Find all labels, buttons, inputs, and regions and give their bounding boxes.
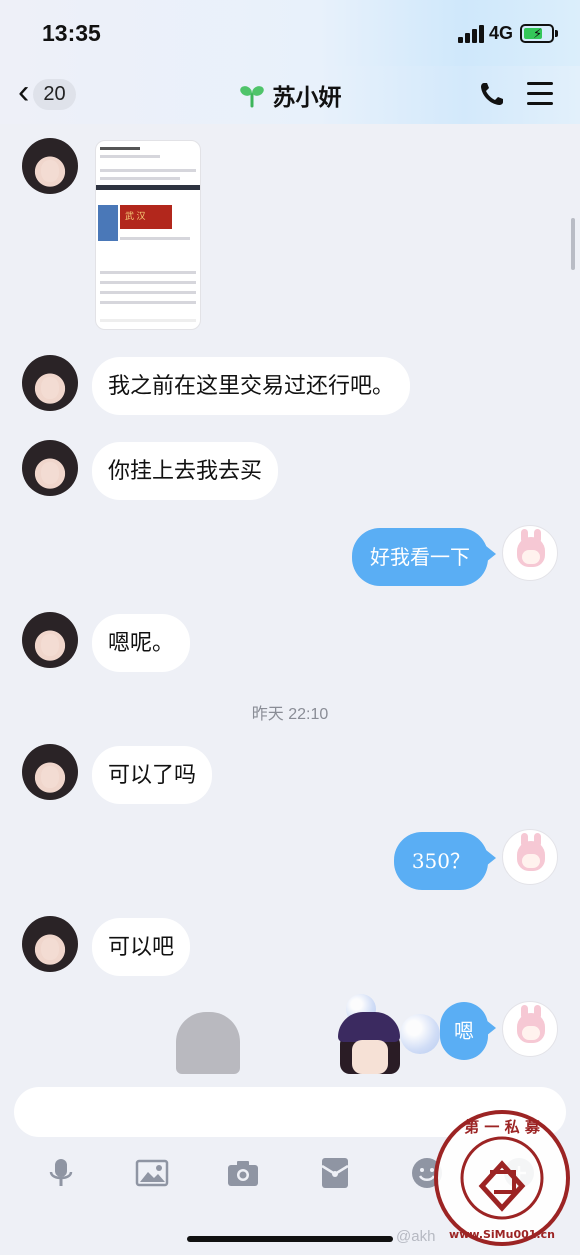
message-bubble-outgoing[interactable]: 好我看一下 — [352, 528, 488, 586]
contact-avatar[interactable] — [22, 744, 78, 800]
menu-icon[interactable] — [527, 82, 553, 106]
screenshot-image-message[interactable]: 武 汉 — [95, 140, 201, 330]
chat-title: 苏小妍 — [272, 84, 342, 110]
message-bubble-incoming[interactable]: 我之前在这里交易过还行吧。 — [92, 357, 411, 415]
battery-icon: ⚡ — [520, 24, 554, 43]
thumbnail-banner-text: 武 汉 — [125, 211, 146, 221]
message-bubble-incoming[interactable]: 嗯呢。 — [92, 614, 191, 672]
bubble-tail — [486, 850, 496, 866]
microphone-icon[interactable] — [44, 1156, 78, 1190]
battery-tip — [555, 30, 558, 37]
network-label: 4G — [489, 23, 514, 43]
status-time: 13:35 — [42, 20, 101, 46]
phone-icon[interactable] — [478, 80, 506, 108]
message-bubble-incoming[interactable]: 可以了吗 — [92, 746, 213, 804]
home-indicator[interactable] — [187, 1236, 393, 1242]
red-packet-icon[interactable] — [318, 1156, 352, 1190]
status-bar: 13:35 4G ⚡ — [0, 0, 580, 66]
camera-icon[interactable] — [226, 1156, 260, 1190]
signal-icon — [458, 25, 486, 43]
image-icon[interactable] — [135, 1156, 169, 1190]
bubble-tail — [486, 546, 496, 562]
message-bubble-incoming[interactable]: 你挂上去我去买 — [92, 442, 279, 500]
my-avatar[interactable] — [502, 1001, 558, 1057]
watermark-top-text: 第 一 私 募 — [464, 1118, 541, 1136]
contact-avatar[interactable] — [22, 440, 78, 496]
message-bubble-incoming[interactable]: 可以吧 — [92, 918, 191, 976]
my-avatar[interactable] — [502, 829, 558, 885]
watermark-bottom-text: www.SiMu001.cn — [449, 1228, 555, 1241]
message-bubble-outgoing[interactable]: 350？ — [393, 832, 488, 890]
watermark-credit: @akh — [396, 1228, 436, 1245]
sprout-icon — [239, 86, 264, 108]
contact-avatar[interactable] — [22, 612, 78, 668]
message-bubble-outgoing[interactable]: 嗯 — [440, 1002, 488, 1060]
watermark-seal: 第 一 私 募 www.SiMu001.cn — [434, 1110, 570, 1246]
my-avatar[interactable] — [502, 525, 558, 581]
contact-avatar[interactable] — [22, 916, 78, 972]
scrollbar[interactable] — [571, 218, 575, 270]
message-list[interactable]: 武 汉 我之前在这里交易过还行吧。 你挂上去我去买 好我看一下 嗯呢。 昨天 2… — [0, 124, 580, 1074]
bubble-tail — [486, 1020, 496, 1036]
contact-avatar[interactable] — [22, 138, 78, 194]
chat-header: ‹ 20 苏小妍 — [0, 66, 580, 124]
anime-girl-sticker[interactable] — [320, 990, 440, 1074]
timestamp: 昨天 22:10 — [251, 706, 329, 723]
ghost-sticker[interactable] — [176, 1012, 240, 1074]
contact-avatar[interactable] — [22, 355, 78, 411]
